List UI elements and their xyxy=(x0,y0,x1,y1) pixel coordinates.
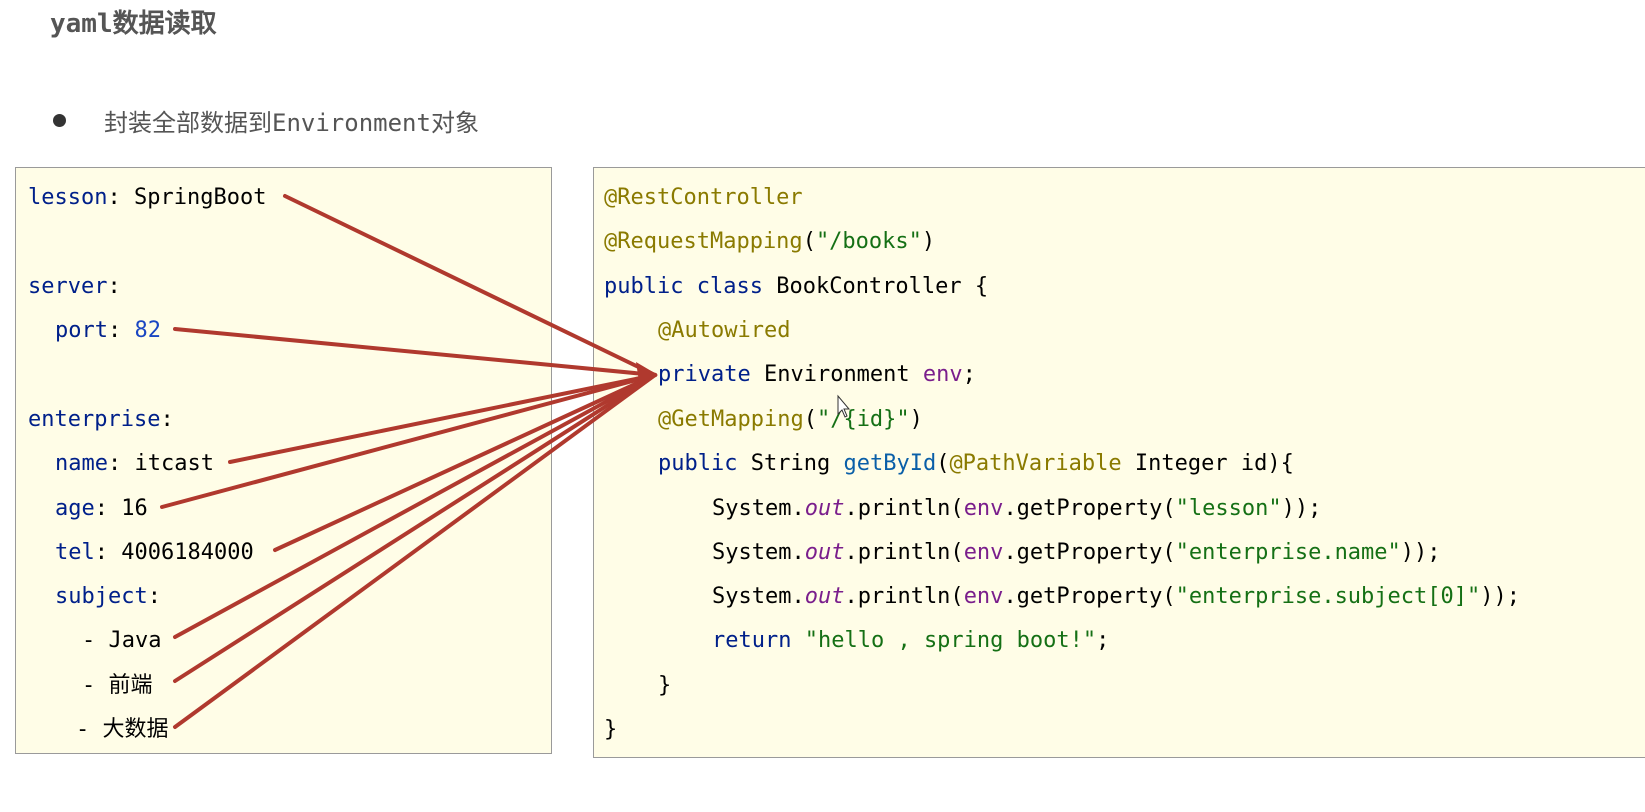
yaml-line-lesson: lesson: SpringBoot xyxy=(28,185,267,210)
yaml-line-tel: tel: 4006184000 xyxy=(55,540,254,565)
java-code-panel: @RestController @RequestMapping("/books"… xyxy=(593,167,1645,758)
yaml-line-subject-item: - 大数据 xyxy=(76,717,169,742)
yaml-line-server: server: xyxy=(28,274,121,299)
yaml-line-port: port: 82 xyxy=(55,318,161,343)
code-line-get-mapping: @GetMapping("/{id}") xyxy=(658,407,923,432)
yaml-line-subject-item: - 前端 xyxy=(82,673,153,698)
slide-title: yaml数据读取 xyxy=(50,9,217,39)
yaml-code-panel: lesson: SpringBoot server: port: 82 ente… xyxy=(15,167,552,754)
code-line-print-name: System.out.println(env.getProperty("ente… xyxy=(712,540,1441,565)
code-line-method-close: } xyxy=(658,673,672,698)
yaml-line-age: age: 16 xyxy=(55,496,148,521)
code-line-autowired: @Autowired xyxy=(658,318,791,343)
code-line-print-lesson: System.out.println(env.getProperty("less… xyxy=(712,496,1322,521)
yaml-line-subject-item: - Java xyxy=(82,628,162,653)
yaml-line-subject: subject: xyxy=(55,584,161,609)
code-line-method-decl: public String getById(@PathVariable Inte… xyxy=(658,451,1294,476)
code-line-class-decl: public class BookController { xyxy=(604,274,989,299)
code-line-return: return "hello , spring boot!"; xyxy=(712,628,1110,653)
bullet-text: 封装全部数据到Environment对象 xyxy=(104,108,479,137)
code-line-request-mapping: @RequestMapping("/books") xyxy=(604,229,936,254)
bullet-point: 封装全部数据到Environment对象 xyxy=(50,98,479,142)
code-line-rest-controller: @RestController xyxy=(604,185,803,210)
yaml-line-name: name: itcast xyxy=(55,451,214,476)
code-line-env-field: private Environment env; xyxy=(658,362,976,387)
bullet-dot-icon xyxy=(53,113,66,127)
yaml-line-enterprise: enterprise: xyxy=(28,407,174,432)
code-line-print-subject: System.out.println(env.getProperty("ente… xyxy=(712,584,1521,609)
code-line-class-close: } xyxy=(604,717,618,742)
